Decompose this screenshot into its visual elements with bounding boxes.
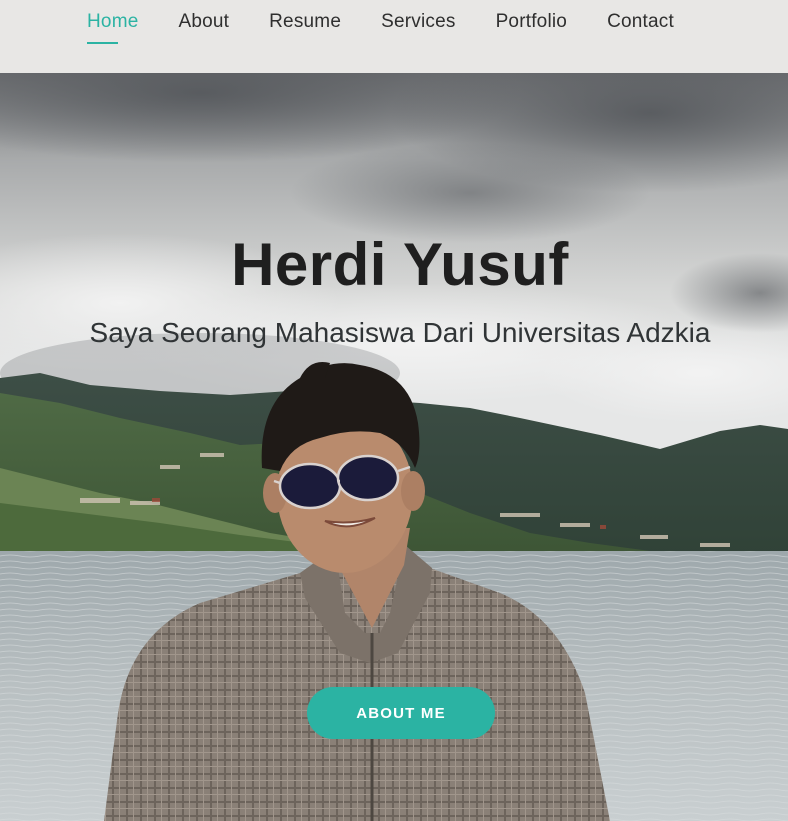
nav-item-label: About [178,11,230,32]
hero-title: Herdi Yusuf [231,231,569,298]
nav-item-home[interactable]: Home [87,11,139,44]
hero-subtitle: Saya Seorang Mahasiswa Dari Universitas … [89,317,711,348]
nav-item-contact[interactable]: Contact [607,11,674,43]
nav-item-label: Services [381,11,456,32]
nav-item-services[interactable]: Services [381,11,455,43]
nav-item-about[interactable]: About [178,11,229,43]
nav-item-label: Resume [269,11,342,32]
nav-item-label: Portfolio [495,11,568,32]
nav-menu: Home About Resume Services Portfolio Con… [87,11,714,44]
top-navbar: Home About Resume Services Portfolio Con… [0,0,788,73]
nav-item-label: Contact [607,11,674,32]
active-nav-underline [87,42,118,44]
nav-item-resume[interactable]: Resume [269,11,341,43]
about-me-button[interactable]: ABOUT ME [307,687,495,739]
hero-section: Herdi Yusuf Saya Seorang Mahasiswa Dari … [0,73,788,821]
nav-item-portfolio[interactable]: Portfolio [496,11,568,43]
nav-item-label: Home [87,11,139,32]
